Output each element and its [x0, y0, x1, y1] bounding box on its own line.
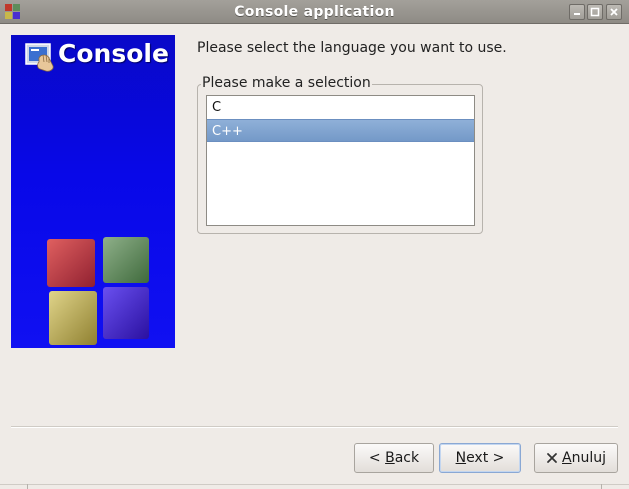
- cancel-icon: [547, 453, 557, 463]
- title-bar[interactable]: Console application: [0, 0, 629, 24]
- list-item-cpp[interactable]: C++: [207, 119, 474, 142]
- wizard-window: Console application Console Please selec…: [0, 0, 629, 489]
- minimize-button[interactable]: [569, 4, 585, 20]
- wizard-banner: Console: [11, 35, 175, 348]
- back-button-label: < Back: [368, 450, 420, 466]
- window-bottom-edge: [0, 484, 629, 489]
- maximize-icon: [590, 7, 600, 17]
- groupbox-label: Please make a selection: [201, 75, 372, 91]
- next-button-label: Next >: [455, 450, 505, 466]
- cancel-button[interactable]: Anuluj: [534, 443, 618, 473]
- resize-grip-right[interactable]: [601, 484, 602, 489]
- language-listbox[interactable]: C C++: [206, 95, 475, 226]
- cubes-logo: [47, 237, 149, 345]
- console-app-icon: [25, 43, 54, 72]
- resize-grip-left[interactable]: [27, 484, 28, 489]
- instruction-text: Please select the language you want to u…: [197, 40, 507, 56]
- separator: [11, 426, 618, 428]
- cancel-button-label: Anuluj: [562, 450, 606, 466]
- window-title: Console application: [234, 4, 395, 20]
- close-button[interactable]: [606, 4, 622, 20]
- next-button[interactable]: Next >: [439, 443, 521, 473]
- list-item-c[interactable]: C: [207, 96, 474, 119]
- close-icon: [610, 8, 618, 16]
- maximize-button[interactable]: [587, 4, 603, 20]
- back-button[interactable]: < Back: [354, 443, 434, 473]
- banner-title: Console: [58, 39, 169, 68]
- minimize-icon: [574, 13, 580, 15]
